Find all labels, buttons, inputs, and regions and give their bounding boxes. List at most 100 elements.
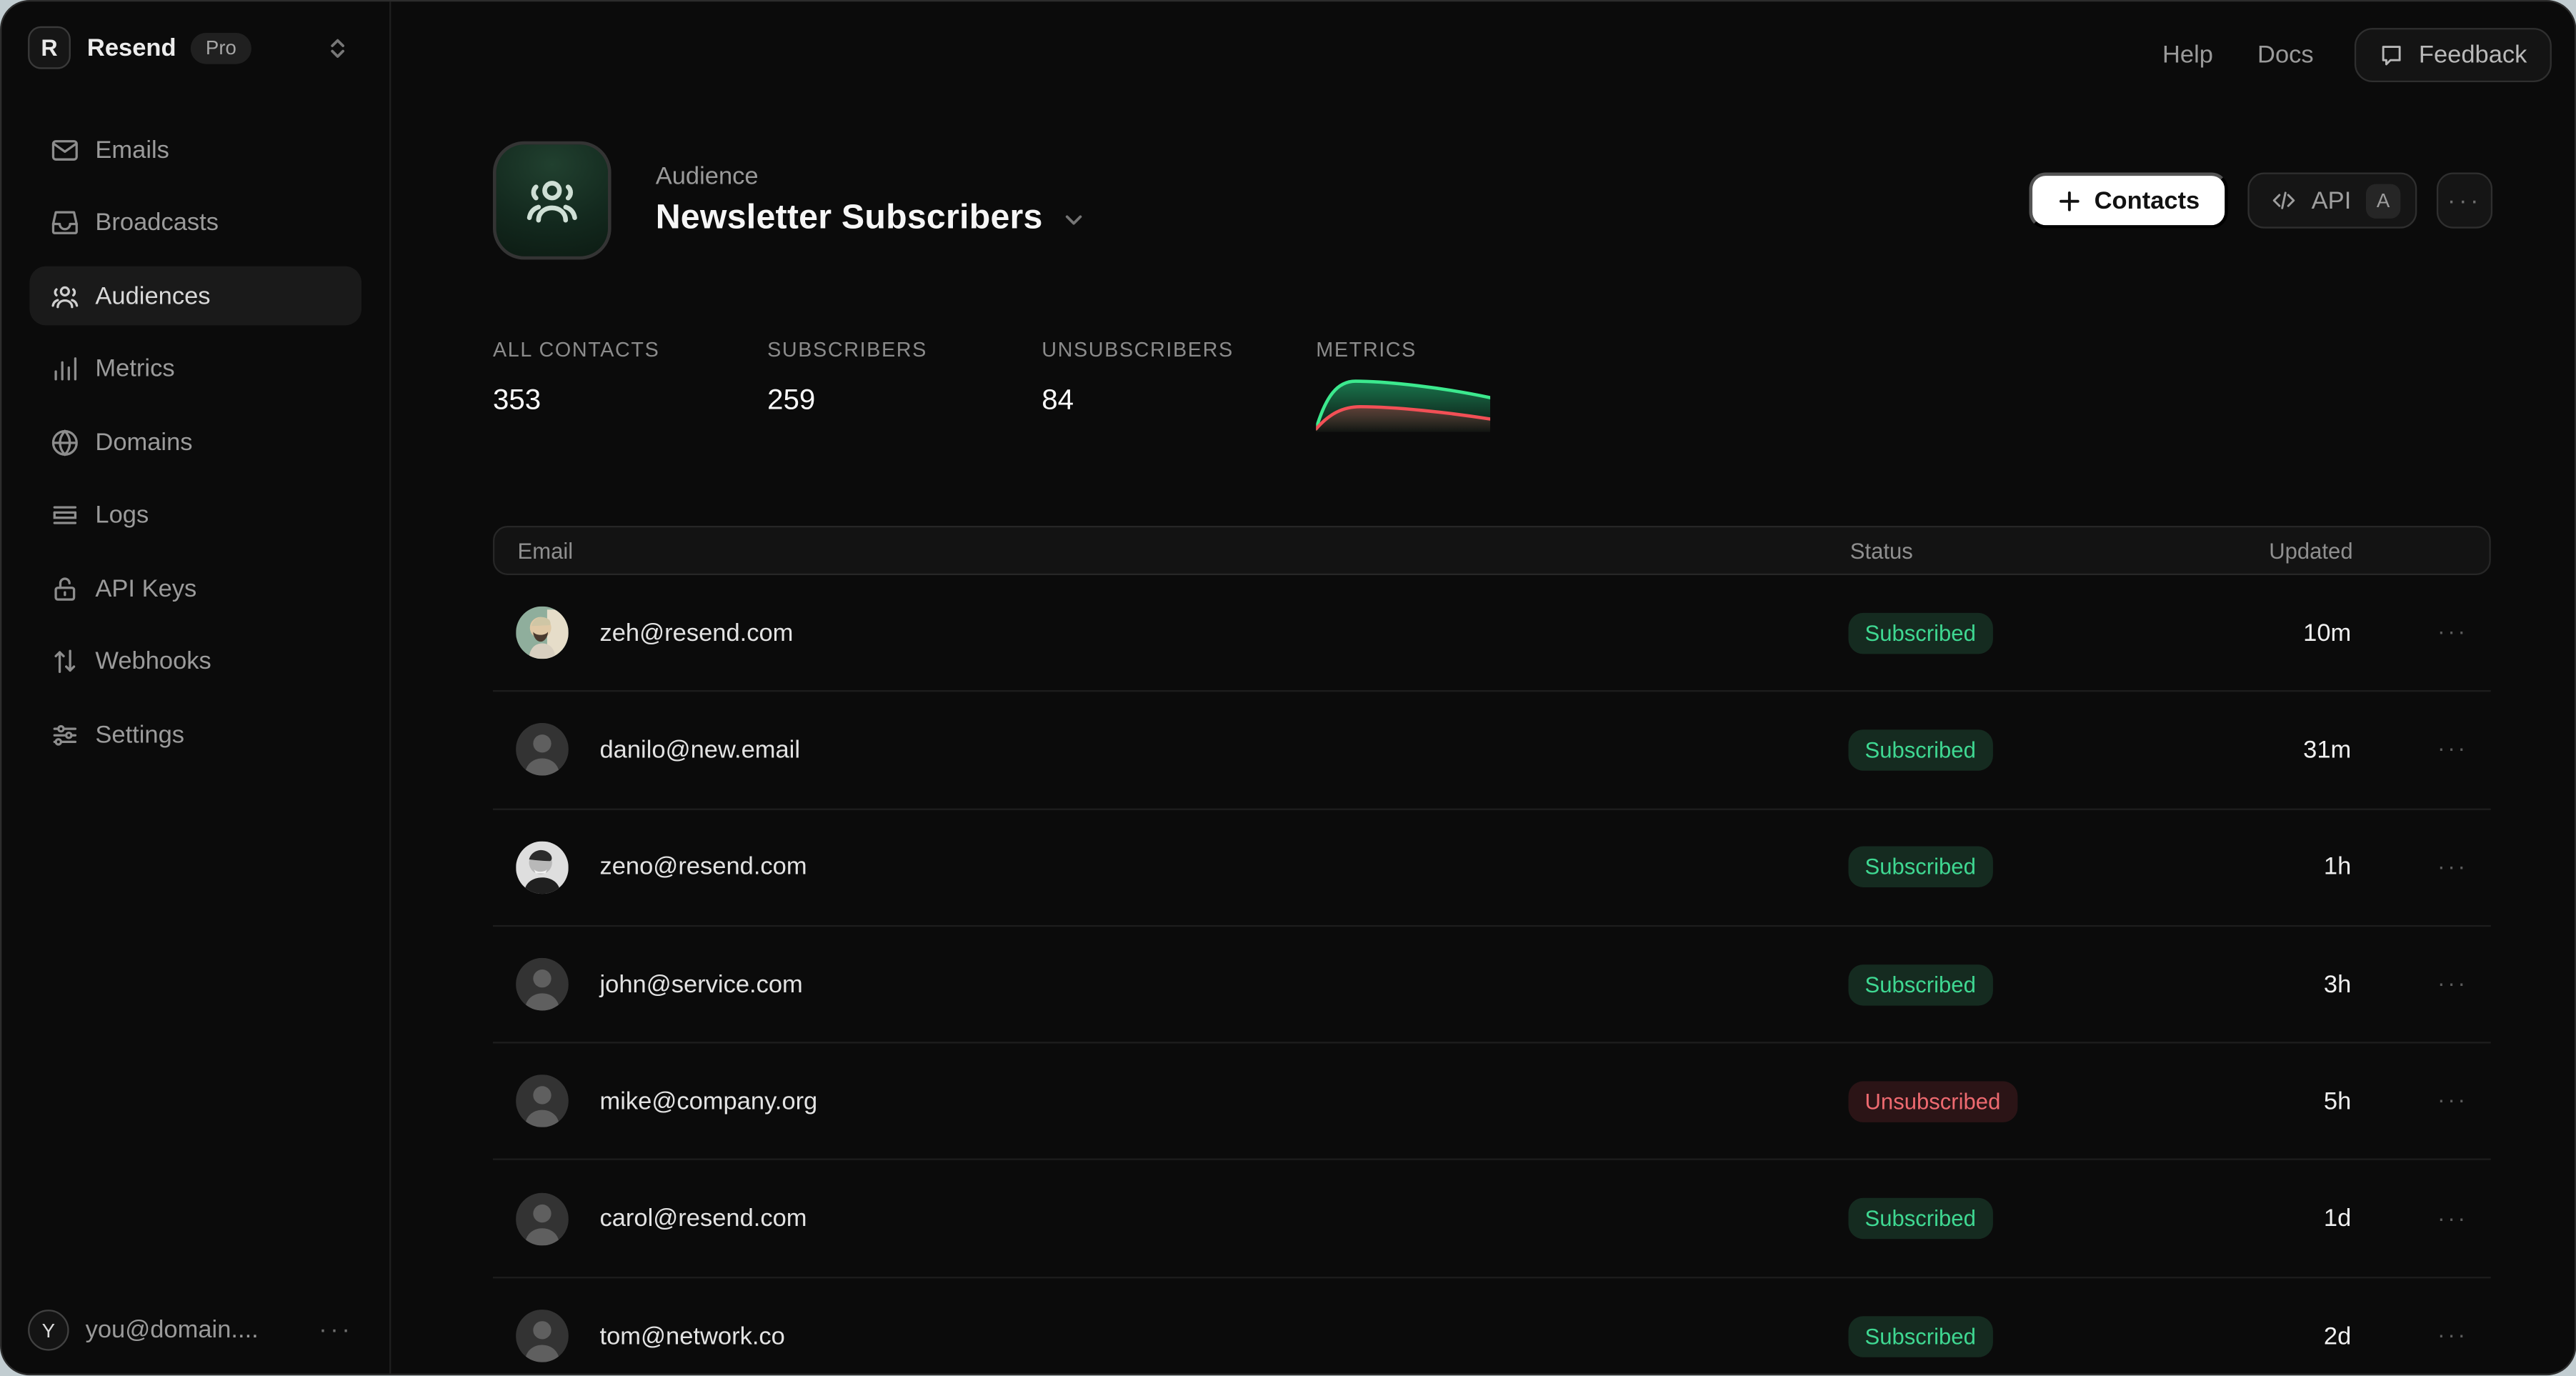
column-updated: Updated [2203, 538, 2352, 563]
feedback-label: Feedback [2419, 41, 2527, 69]
contact-email: zeno@resend.com [600, 853, 807, 881]
contact-email: mike@company.org [600, 1087, 818, 1115]
more-options-button[interactable]: ··· [2437, 173, 2492, 229]
stage: R Resend Pro Emails Broadcasts Audiences [0, 0, 2576, 1376]
sidebar-item-settings[interactable]: Settings [29, 705, 361, 764]
row-menu-icon[interactable]: ··· [2437, 1322, 2468, 1348]
contact-placeholder-avatar [516, 724, 569, 777]
status-badge: Subscribed [1849, 1316, 1992, 1357]
sidebar-item-metrics[interactable]: Metrics [29, 339, 361, 399]
stat-label: ALL CONTACTS [493, 339, 767, 362]
updated-time: 10m [2202, 619, 2351, 647]
row-menu-icon[interactable]: ··· [2437, 1204, 2468, 1230]
contact-email: danilo@new.email [600, 736, 801, 764]
chevron-up-down-icon [327, 37, 349, 59]
sidebar-item-domains[interactable]: Domains [29, 412, 361, 472]
column-status: Status [1850, 538, 2204, 563]
speech-bubble-icon [2380, 43, 2405, 67]
globe-icon [48, 426, 81, 459]
sidebar-item-audiences[interactable]: Audiences [29, 266, 361, 326]
add-contacts-button[interactable]: Contacts [2029, 173, 2228, 229]
table-row[interactable]: zeno@resend.com Subscribed 1h ··· [493, 809, 2491, 927]
sidebar-item-label: Webhooks [95, 647, 211, 675]
bar-chart-icon [48, 352, 81, 385]
eyebrow-label: Audience [656, 163, 1084, 191]
metrics-sparkline-chart [1316, 370, 1490, 432]
rows-icon [48, 499, 81, 532]
api-button[interactable]: API A [2247, 173, 2417, 229]
sidebar-nav: Emails Broadcasts Audiences Metrics Doma… [1, 120, 389, 764]
page-header: Audience Newsletter Subscribers Contacts… [493, 141, 2492, 260]
stat-subscribers: SUBSCRIBERS 259 [767, 339, 1042, 432]
table-row[interactable]: danilo@new.email Subscribed 31m ··· [493, 692, 2491, 809]
updated-time: 1h [2202, 853, 2351, 881]
stat-all-contacts: ALL CONTACTS 353 [493, 339, 767, 432]
resend-logo-icon: R [28, 26, 71, 69]
row-menu-icon[interactable]: ··· [2437, 969, 2468, 996]
audience-selector[interactable]: Newsletter Subscribers [656, 199, 1084, 238]
stat-unsubscribers: UNSUBSCRIBERS 84 [1042, 339, 1316, 432]
sidebar-item-webhooks[interactable]: Webhooks [29, 632, 361, 691]
table-row[interactable]: mike@company.org Unsubscribed 5h ··· [493, 1044, 2491, 1161]
sidebar-item-label: Broadcasts [95, 209, 219, 236]
updated-time: 2d [2202, 1322, 2351, 1350]
contact-placeholder-avatar [516, 1192, 569, 1245]
stat-value: 84 [1042, 383, 1316, 417]
keyboard-shortcut-badge: A [2366, 183, 2400, 217]
contact-email: zeh@resend.com [600, 619, 794, 647]
stat-label: UNSUBSCRIBERS [1042, 339, 1316, 362]
contact-photo-avatar [516, 607, 569, 659]
contact-placeholder-avatar [516, 1310, 569, 1363]
avatar: Y [28, 1310, 69, 1352]
topbar: Help Docs Feedback [2162, 28, 2552, 82]
main-content: Help Docs Feedback Audience Newsletter S… [391, 1, 2575, 1374]
status-badge: Subscribed [1849, 612, 1992, 654]
sidebar-item-label: Settings [95, 721, 184, 749]
code-icon [2270, 187, 2297, 214]
plus-icon [2057, 188, 2082, 213]
app-window: R Resend Pro Emails Broadcasts Audiences [0, 0, 2576, 1376]
docs-link[interactable]: Docs [2257, 41, 2314, 69]
header-actions: Contacts API A ··· [2029, 173, 2492, 229]
contacts-table: Email Status Updated zeh@resend.com Subs… [493, 526, 2491, 1376]
status-badge: Unsubscribed [1849, 1081, 2017, 1122]
sidebar-item-logs[interactable]: Logs [29, 486, 361, 545]
table-row[interactable]: zeh@resend.com Subscribed 10m ··· [493, 575, 2491, 692]
inbox-icon [48, 206, 81, 239]
row-menu-icon[interactable]: ··· [2437, 618, 2468, 644]
help-link[interactable]: Help [2162, 41, 2213, 69]
user-email: you@domain.... [86, 1317, 259, 1345]
table-row[interactable]: john@service.com Subscribed 3h ··· [493, 927, 2491, 1044]
contact-email: john@service.com [600, 970, 803, 998]
logo-letter: R [41, 34, 57, 61]
stat-label: SUBSCRIBERS [767, 339, 1042, 362]
row-menu-icon[interactable]: ··· [2437, 735, 2468, 762]
user-initial: Y [42, 1320, 55, 1342]
row-menu-icon[interactable]: ··· [2437, 852, 2468, 879]
sidebar-item-label: Audiences [95, 281, 210, 309]
ellipsis-icon[interactable]: ··· [319, 1318, 353, 1343]
workspace-switcher[interactable]: R Resend Pro [1, 1, 389, 69]
api-label: API [2312, 186, 2352, 214]
row-menu-icon[interactable]: ··· [2437, 1087, 2468, 1113]
updated-time: 31m [2202, 736, 2351, 764]
status-badge: Subscribed [1849, 964, 1992, 1005]
updated-time: 5h [2202, 1087, 2351, 1115]
ellipsis-icon: ··· [2447, 188, 2482, 213]
stat-metrics: METRICS [1316, 339, 1490, 432]
contact-email: carol@resend.com [600, 1205, 807, 1232]
sidebar-item-emails[interactable]: Emails [29, 120, 361, 179]
sidebar-item-label: Domains [95, 428, 192, 456]
users-icon [48, 279, 81, 312]
table-row[interactable]: tom@network.co Subscribed 2d ··· [493, 1278, 2491, 1376]
sidebar-item-api-keys[interactable]: API Keys [29, 559, 361, 618]
feedback-button[interactable]: Feedback [2355, 28, 2552, 82]
status-badge: Subscribed [1849, 729, 1992, 771]
stat-label: METRICS [1316, 339, 1490, 362]
sliders-icon [48, 718, 81, 751]
user-menu[interactable]: Y you@domain.... ··· [28, 1310, 373, 1352]
sidebar-item-broadcasts[interactable]: Broadcasts [29, 193, 361, 252]
workspace-name: Resend [87, 34, 176, 61]
table-row[interactable]: carol@resend.com Subscribed 1d ··· [493, 1161, 2491, 1278]
sidebar-item-label: Logs [95, 502, 149, 529]
